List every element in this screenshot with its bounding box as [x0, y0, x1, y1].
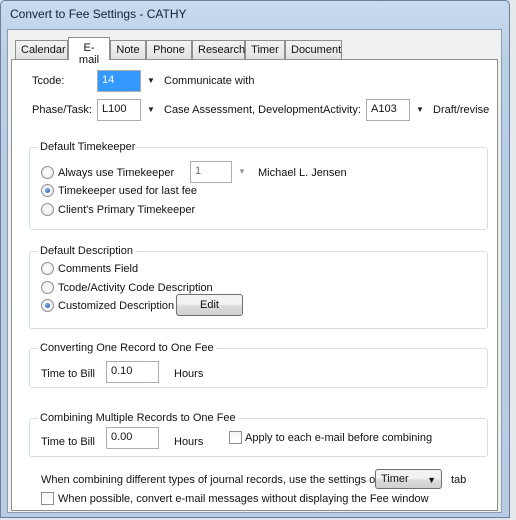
multiple-records-time-field[interactable]: 0.00 [106, 427, 159, 449]
default-description-title: Default Description [38, 245, 135, 257]
combining-note-text: When combining different types of journa… [41, 474, 400, 486]
tab-document[interactable]: Document [285, 40, 342, 59]
tab-calendar[interactable]: Calendar [15, 40, 68, 59]
chevron-down-icon: ▼ [416, 105, 424, 114]
multiple-records-title: Combining Multiple Records to One Fee [38, 412, 238, 424]
settings-tab-select[interactable]: Timer ▼ [375, 469, 442, 489]
window-title: Convert to Fee Settings - CATHY [10, 7, 187, 21]
tcode-field[interactable]: 14 [97, 70, 141, 92]
convert-without-window-label: When possible, convert e-mail messages w… [58, 493, 429, 505]
radio-comments-field[interactable] [41, 262, 54, 275]
phase-task-description: Case Assessment, Development [164, 104, 323, 116]
one-record-unit: Hours [174, 368, 204, 380]
background-window-edge [510, 0, 516, 520]
chevron-down-icon: ▼ [147, 76, 155, 85]
phase-task-label: Phase/Task: [32, 104, 92, 116]
radio-customized-description[interactable] [41, 299, 54, 312]
radio-always-use-timekeeper[interactable] [41, 166, 54, 179]
timekeeper-dropdown-button[interactable]: ▼ [234, 162, 250, 182]
default-timekeeper-title: Default Timekeeper [38, 141, 138, 153]
tab-timer[interactable]: Timer [245, 40, 285, 59]
customized-description-label: Customized Description [58, 300, 175, 312]
chevron-down-icon: ▼ [147, 105, 155, 114]
timekeeper-last-fee-label: Timekeeper used for last fee [58, 185, 197, 197]
tab-note[interactable]: Note [110, 40, 146, 59]
activity-description: Draft/revise [433, 104, 490, 116]
phase-task-dropdown-button[interactable]: ▼ [143, 100, 159, 120]
settings-tab-select-value: Timer [381, 473, 409, 485]
timekeeper-field[interactable]: 1 [190, 161, 232, 183]
convert-without-window-checkbox[interactable] [41, 492, 54, 505]
activity-label: Activity: [323, 104, 361, 116]
one-record-group [29, 348, 488, 388]
activity-field[interactable]: A103 [366, 99, 410, 121]
radio-tcode-activity-description[interactable] [41, 281, 54, 294]
tcode-label: Tcode: [32, 75, 65, 87]
edit-button[interactable]: Edit [176, 294, 243, 316]
timekeeper-name: Michael L. Jensen [258, 167, 347, 179]
comments-field-label: Comments Field [58, 263, 139, 275]
tcode-description: Communicate with [164, 75, 255, 87]
tab-research[interactable]: Research [192, 40, 245, 59]
apply-each-email-checkbox[interactable] [229, 431, 242, 444]
multiple-records-time-label: Time to Bill [41, 436, 95, 448]
combining-note-suffix: tab [451, 474, 467, 486]
radio-timekeeper-last-fee[interactable] [41, 184, 54, 197]
apply-each-email-label: Apply to each e-mail before combining [245, 432, 433, 444]
title-bar[interactable]: Convert to Fee Settings - CATHY [0, 0, 510, 28]
chevron-down-icon: ▼ [238, 167, 246, 176]
tab-email[interactable]: E-mail [68, 37, 110, 66]
client-primary-timekeeper-label: Client's Primary Timekeeper [58, 204, 196, 216]
one-record-title: Converting One Record to One Fee [38, 342, 216, 354]
tab-phone[interactable]: Phone [146, 40, 192, 59]
always-use-timekeeper-label: Always use Timekeeper [58, 167, 175, 179]
one-record-time-label: Time to Bill [41, 368, 95, 380]
multiple-records-unit: Hours [174, 436, 204, 448]
chevron-down-icon: ▼ [427, 475, 436, 485]
tcode-dropdown-button[interactable]: ▼ [143, 71, 159, 91]
phase-task-field[interactable]: L100 [97, 99, 141, 121]
radio-client-primary-timekeeper[interactable] [41, 203, 54, 216]
one-record-time-field[interactable]: 0.10 [106, 361, 159, 383]
activity-dropdown-button[interactable]: ▼ [412, 100, 428, 120]
tcode-activity-description-label: Tcode/Activity Code Description [58, 282, 213, 294]
